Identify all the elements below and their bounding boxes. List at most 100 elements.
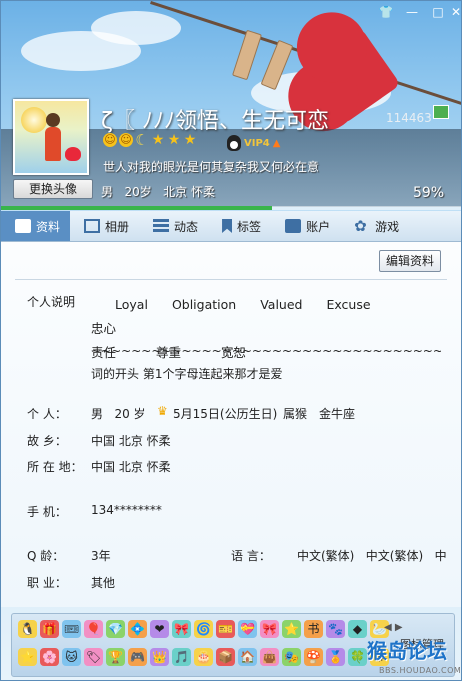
badge-icon[interactable]: 💠	[128, 620, 147, 638]
album-icon	[84, 219, 101, 233]
badge-icon[interactable]: 🏠	[238, 648, 257, 666]
badge-icon[interactable]: 书	[304, 620, 323, 638]
completion-progress-fill	[1, 206, 273, 210]
profile-card-icon	[15, 219, 31, 233]
bio-word: Loyal	[115, 297, 148, 312]
badge-icon[interactable]: 📦	[216, 648, 235, 666]
badge-icon[interactable]: 🎮	[128, 648, 147, 666]
bio-word: Excuse	[326, 297, 371, 312]
location: 中国 北京 怀柔	[91, 460, 171, 474]
icon-row: 🐧 🎁 🎟 🎈 💎 💠 ❤ 🎀 🌀 🎫 💝 🎀 ⭐ 书 🐾 ◆ 🦢	[18, 620, 389, 638]
level-icons[interactable]: ☺ ☺ ☾ ★ ★ ★	[103, 131, 197, 149]
badge-icon[interactable]: ◆	[348, 620, 367, 638]
account-icon	[285, 219, 302, 233]
change-avatar-button[interactable]: 更换头像	[13, 179, 93, 199]
badge-icon[interactable]: 💝	[238, 620, 257, 638]
profile-window: 👕 — □ ✕ 更换头像 ζ〖 ﾉﾉﾉ领悟、生无可恋 114463 ☺ ☺ ☾ …	[0, 0, 462, 681]
badge-icon[interactable]: 🎀	[260, 620, 279, 638]
person-gender-age: 男 20 岁	[91, 407, 146, 421]
badge-icon[interactable]: 🎁	[40, 620, 59, 638]
vip-label: VIP4	[244, 137, 270, 149]
badge-icon[interactable]: 🎂	[194, 648, 213, 666]
minimize-icon[interactable]: —	[403, 5, 421, 19]
star-level-icon: ★	[183, 132, 197, 148]
heart-icon	[65, 147, 81, 161]
badge-icon[interactable]: 🎵	[172, 648, 191, 666]
badge-icon[interactable]: ❤	[150, 620, 169, 638]
cloud-decoration	[91, 11, 181, 45]
qage: 3年	[91, 549, 111, 563]
badge-icon[interactable]: 🐾	[326, 620, 345, 638]
tab-label: 账户	[306, 219, 331, 234]
divider	[15, 279, 447, 280]
penguin-icon	[227, 135, 241, 151]
edit-profile-button[interactable]: 编辑资料	[379, 250, 441, 272]
maximize-icon[interactable]: □	[429, 5, 447, 19]
badge-icon[interactable]: 🏅	[326, 648, 345, 666]
scroll-arrows[interactable]: ◀ ▶	[384, 622, 403, 633]
language: 中文(繁体) 中文(繁体) 中	[297, 549, 447, 563]
skin-icon[interactable]: 👕	[377, 5, 395, 19]
watermark-logo: 猴岛论坛	[367, 639, 447, 663]
badge-icon[interactable]: 👑	[150, 648, 169, 666]
job: 其他	[91, 576, 116, 590]
badge-icon[interactable]: ⭐	[18, 648, 37, 666]
vip-badge[interactable]: VIP4 ▲	[227, 135, 280, 151]
badge-icon[interactable]: ⭐	[282, 620, 301, 638]
badge-icon[interactable]: 🍀	[348, 648, 367, 666]
sun-level-icon: ☺	[103, 133, 117, 147]
avatar-figure-head	[46, 113, 60, 127]
tab-account[interactable]: 账户	[271, 211, 340, 241]
tab-feed[interactable]: 动态	[139, 211, 208, 241]
badge-icon[interactable]: 🎟	[62, 620, 81, 638]
close-icon[interactable]: ✕	[447, 5, 461, 19]
signature[interactable]: 世人对我的眼光是何其复杂我又何必在意	[103, 158, 319, 175]
badge-icon[interactable]: 👜	[260, 648, 279, 666]
sun-icon	[21, 107, 47, 133]
badge-icon[interactable]: 🏆	[106, 648, 125, 666]
job-label: 职 业：	[27, 576, 67, 590]
tag-icon	[222, 219, 233, 233]
location-label: 所 在 地：	[27, 460, 83, 474]
badge-icon[interactable]: 🍄	[304, 648, 323, 666]
badge-icon[interactable]: 💎	[106, 620, 125, 638]
game-icon: ✿	[354, 217, 367, 235]
feed-icon	[153, 219, 170, 233]
badge-icon[interactable]: 🏷	[84, 648, 103, 666]
tab-tags[interactable]: 标签	[208, 211, 271, 241]
phone: 134********	[91, 503, 162, 517]
sun-level-icon: ☺	[119, 133, 133, 147]
status-icon[interactable]	[433, 105, 449, 119]
star-level-icon: ★	[167, 132, 181, 148]
bio-text-line: 词的开头 第1个字母连起来那才是爱	[91, 367, 283, 381]
crown-icon: ♛	[157, 404, 168, 418]
badge-icon[interactable]: 🎀	[172, 620, 191, 638]
watermark-url: BBS.HOUDAO.COM	[379, 666, 462, 675]
bio-text-line: ~~~~~~~~~~~~~~~~~~~~~~~~~~~~~~~~~~~«□»把每…	[91, 344, 441, 358]
clothespin	[231, 29, 263, 81]
tab-profile[interactable]: 资料	[1, 211, 71, 241]
badge-icon[interactable]: 🎭	[282, 648, 301, 666]
tab-label: 相册	[105, 219, 130, 234]
zodiac: 属猴	[283, 407, 308, 421]
completion-progress-bar	[1, 206, 461, 210]
tab-label: 游戏	[375, 219, 400, 234]
birthday: 5月15日(公历生日)	[173, 407, 278, 421]
badge-icon[interactable]: 🐧	[18, 620, 37, 638]
icon-row: ⭐ 🌸 🐱 🏷 🏆 🎮 👑 🎵 🎂 📦 🏠 👜 🎭 🍄 🏅 🍀 ⚙	[18, 648, 389, 666]
basic-info: 男 20岁 北京 怀柔	[101, 185, 215, 199]
up-arrow-icon: ▲	[272, 137, 281, 149]
hometown: 中国 北京 怀柔	[91, 434, 171, 448]
tab-games[interactable]: ✿ 游戏	[340, 211, 409, 241]
avatar[interactable]	[13, 99, 89, 175]
tab-album[interactable]: 相册	[70, 211, 139, 241]
badge-icon[interactable]: 🌀	[194, 620, 213, 638]
constellation: 金牛座	[319, 407, 356, 421]
moon-level-icon: ☾	[135, 131, 149, 149]
bio-word: 忠心	[91, 321, 117, 336]
badge-icon[interactable]: 🎫	[216, 620, 235, 638]
badge-icon[interactable]: 🐱	[62, 648, 81, 666]
badge-icon[interactable]: 🌸	[40, 648, 59, 666]
badge-icon[interactable]: 🎈	[84, 620, 103, 638]
completion-percent: 59%	[413, 185, 445, 201]
